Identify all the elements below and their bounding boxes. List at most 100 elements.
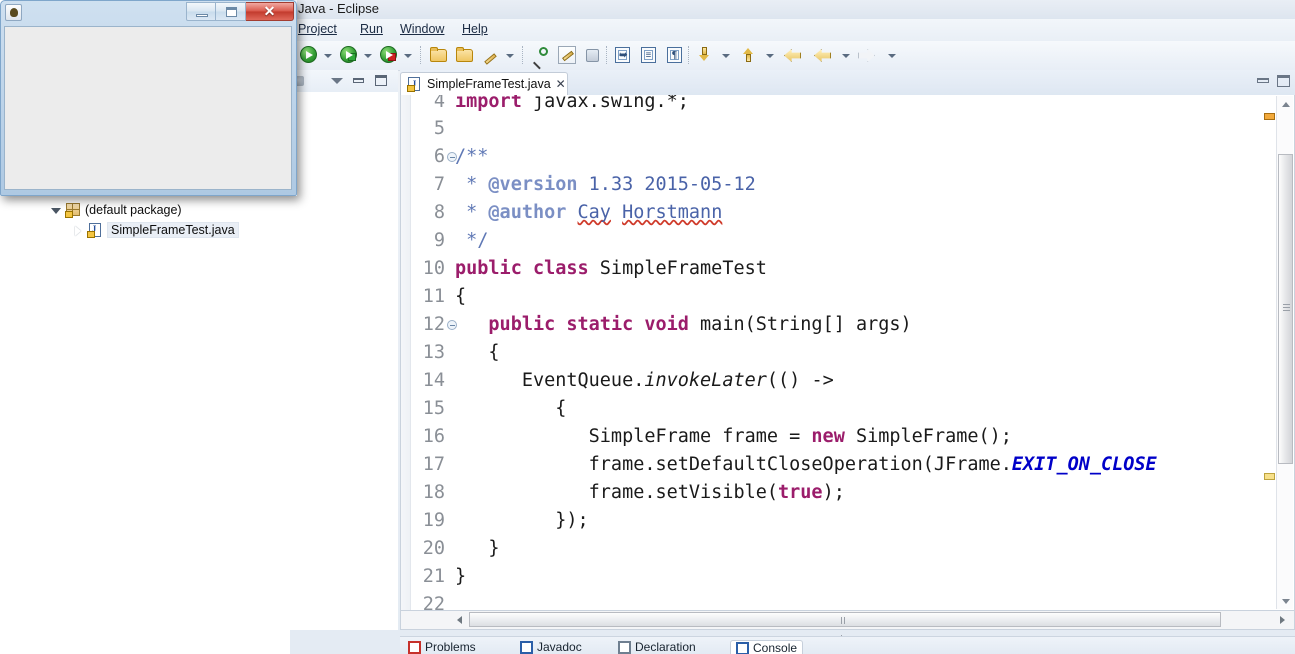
- previous-annotation-dropdown[interactable]: [766, 52, 775, 59]
- maximize-editor-icon[interactable]: [1276, 74, 1291, 88]
- back-history-dropdown[interactable]: [842, 52, 851, 59]
- chevron-right-icon[interactable]: [72, 225, 83, 236]
- debug-button[interactable]: [338, 44, 360, 66]
- close-icon[interactable]: ✕: [556, 77, 566, 91]
- line-number: 11: [422, 286, 445, 307]
- scroll-up-icon[interactable]: [1277, 96, 1294, 112]
- minimize-button[interactable]: [186, 2, 216, 21]
- forward-dropdown[interactable]: [888, 52, 897, 59]
- code-line[interactable]: 5: [401, 115, 1294, 143]
- editor-vertical-scrollbar[interactable]: [1276, 96, 1293, 609]
- open-folder-button[interactable]: [454, 44, 476, 66]
- problems-view-tab[interactable]: Problems: [408, 640, 476, 654]
- editor-horizontal-scrollbar[interactable]: [400, 611, 1295, 642]
- search-button[interactable]: [530, 44, 552, 66]
- code-line[interactable]: 14 EventQueue.invokeLater(() ->: [401, 367, 1294, 395]
- overview-ruler-warning-top[interactable]: [1264, 113, 1275, 120]
- code-token: Cay: [577, 202, 611, 223]
- code-line[interactable]: 9 */: [401, 227, 1294, 255]
- code-token: EventQueue.: [455, 370, 645, 391]
- menu-item-help[interactable]: Help: [462, 22, 488, 36]
- external-tools-button[interactable]: [582, 44, 604, 66]
- console-view-tab[interactable]: Console: [730, 640, 804, 654]
- line-number: 7: [433, 174, 445, 195]
- next-annotation-button[interactable]: [694, 44, 716, 66]
- edit-button[interactable]: [480, 44, 502, 66]
- code-text: });: [455, 507, 589, 535]
- code-token: });: [455, 510, 589, 531]
- editor-tab-simpleframetest[interactable]: SimpleFrameTest.java ✕: [400, 72, 568, 95]
- line-number: 6: [433, 146, 445, 167]
- code-line[interactable]: 6 /**: [401, 143, 1294, 171]
- close-button[interactable]: ✕: [246, 2, 294, 21]
- code-line[interactable]: 19 });: [401, 507, 1294, 535]
- edit-dropdown[interactable]: [506, 52, 515, 59]
- vertical-scroll-thumb[interactable]: [1278, 154, 1293, 464]
- code-token: import: [455, 95, 522, 112]
- eclipse-titlebar: Java - Eclipse: [290, 0, 1295, 19]
- tree-item-simpleframetest-java[interactable]: J SimpleFrameTest.java: [72, 220, 239, 240]
- declaration-view-icon: [618, 640, 631, 654]
- back-history-button[interactable]: [812, 44, 836, 66]
- declaration-view-tab[interactable]: Declaration: [618, 640, 696, 654]
- new-java-class-button[interactable]: ➥: [612, 44, 634, 66]
- menu-item-run[interactable]: Run: [360, 22, 383, 36]
- code-line[interactable]: 21}: [401, 563, 1294, 591]
- code-line[interactable]: 12 public static void main(String[] args…: [401, 311, 1294, 339]
- scroll-thumb-grip-icon: [1283, 304, 1290, 314]
- code-line[interactable]: 7 * @version 1.33 2015-05-12: [401, 171, 1294, 199]
- toolbar-separator-4: [688, 46, 690, 64]
- code-line[interactable]: 17 frame.setDefaultCloseOperation(JFrame…: [401, 451, 1294, 479]
- swing-window-titlebar[interactable]: ✕: [0, 0, 297, 26]
- arrow-up-icon: [743, 47, 754, 63]
- view-menu-icon[interactable]: [330, 75, 344, 87]
- new-folder-button[interactable]: [428, 44, 450, 66]
- minimize-view-icon[interactable]: [352, 75, 366, 87]
- line-number: 5: [433, 118, 445, 139]
- document-lines-icon: ≡: [641, 47, 656, 63]
- coverage-dropdown[interactable]: [404, 52, 413, 59]
- code-line[interactable]: 18 frame.setVisible(true);: [401, 479, 1294, 507]
- debug-dropdown[interactable]: [364, 52, 373, 59]
- code-token: 1.33 2015-05-12: [577, 174, 756, 195]
- swing-window-controls: ✕: [186, 2, 294, 21]
- chevron-down-icon[interactable]: [50, 205, 61, 216]
- overview-ruler-warning-mid[interactable]: [1264, 473, 1275, 480]
- scroll-right-icon[interactable]: [1274, 611, 1291, 628]
- code-line[interactable]: 13 {: [401, 339, 1294, 367]
- open-task-button[interactable]: ¶: [664, 44, 686, 66]
- swing-application-window[interactable]: ✕: [0, 0, 297, 196]
- code-line[interactable]: 4 import javax.swing.*;: [401, 95, 1294, 115]
- javadoc-view-tab[interactable]: Javadoc: [520, 640, 582, 654]
- scroll-down-icon[interactable]: [1277, 593, 1294, 609]
- code-line[interactable]: 22: [401, 591, 1294, 610]
- code-line[interactable]: 11 {: [401, 283, 1294, 311]
- run-coverage-button[interactable]: [378, 44, 400, 66]
- horizontal-scroll-thumb[interactable]: [469, 612, 1221, 642]
- run-button[interactable]: [298, 44, 320, 66]
- code-line[interactable]: 16 SimpleFrame frame = new SimpleFrame()…: [401, 423, 1294, 451]
- menu-item-window[interactable]: Window: [400, 22, 444, 36]
- open-type-button[interactable]: ≡: [638, 44, 660, 66]
- java-file-icon: [407, 76, 422, 92]
- package-explorer-toolbar: [290, 70, 398, 92]
- next-annotation-dropdown[interactable]: [722, 52, 731, 59]
- minimize-editor-icon[interactable]: [1256, 74, 1271, 88]
- toggle-mark-occurrences-button[interactable]: [556, 44, 578, 66]
- previous-annotation-button[interactable]: [738, 44, 760, 66]
- back-button[interactable]: [782, 44, 806, 66]
- code-line[interactable]: 20 }: [401, 535, 1294, 563]
- menu-item-project[interactable]: Project: [298, 22, 337, 36]
- tree-item-default-package[interactable]: (default package): [50, 200, 182, 220]
- forward-button[interactable]: [856, 44, 880, 66]
- code-line[interactable]: 10 public class SimpleFrameTest: [401, 255, 1294, 283]
- run-dropdown[interactable]: [324, 52, 333, 59]
- maximize-button[interactable]: [216, 2, 246, 21]
- code-token: {: [455, 342, 500, 363]
- code-line[interactable]: 15 {: [401, 395, 1294, 423]
- menu-item-help-label: Help: [462, 22, 488, 36]
- scroll-left-icon[interactable]: [451, 611, 468, 628]
- maximize-view-icon[interactable]: [374, 75, 388, 87]
- code-editor[interactable]: 4 import javax.swing.*; 5 6 /** 7 * @version …: [400, 95, 1295, 611]
- code-line[interactable]: 8 * @author Cay Horstmann: [401, 199, 1294, 227]
